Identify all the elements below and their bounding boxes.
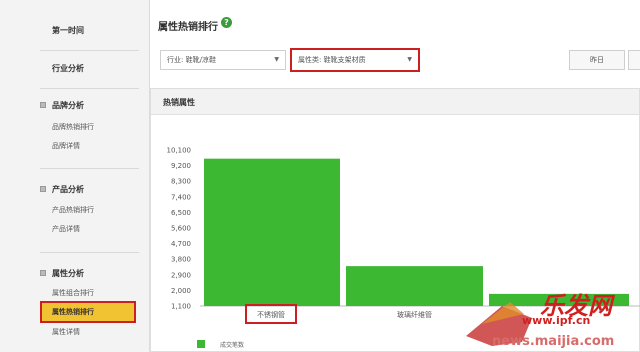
panel-header: 热销属性 [151,89,639,115]
sidebar-divider [40,50,139,51]
sidebar-item-attribute-detail[interactable]: 属性详情 [52,327,80,337]
sidebar: 第一时间 行业分析 品牌分析 品牌热销排行 品牌详情 产品分析 产品热销排行 产… [0,0,150,352]
industry-select[interactable]: 行业: 鞋靴/凉鞋 ▼ [160,50,286,70]
date-range-button[interactable] [628,50,640,70]
square-icon [40,186,46,192]
watermark-domain: www.ipf.cn [522,314,591,327]
sidebar-divider [40,168,139,169]
sidebar-item-industry-analysis[interactable]: 行业分析 [0,52,150,86]
sidebar-item-attribute-hot-ranking[interactable]: 属性热销排行 [52,307,94,317]
sidebar-item-attribute-combo-ranking[interactable]: 属性组合排行 [52,288,94,298]
square-icon [40,102,46,108]
sidebar-item-product-detail[interactable]: 产品详情 [52,224,80,234]
attribute-select[interactable]: 属性类: 鞋靴支架材质 ▼ [290,48,420,72]
sidebar-section-attribute[interactable]: 属性分析 [40,268,84,279]
sidebar-section-label: 产品分析 [52,185,84,194]
sidebar-divider [40,252,139,253]
sidebar-section-brand[interactable]: 品牌分析 [40,100,84,111]
category-highlight-box [245,304,297,324]
attribute-select-value: 属性类: 鞋靴支架材质 [298,56,366,64]
sidebar-item-product-ranking[interactable]: 产品热销排行 [52,205,94,215]
industry-select-value: 行业: 鞋靴/凉鞋 [167,56,216,64]
sidebar-section-label: 属性分析 [52,269,84,278]
sidebar-section-label: 品牌分析 [52,101,84,110]
legend-label: 成交笔数 [220,342,245,349]
sidebar-item-brand-ranking[interactable]: 品牌热销排行 [52,122,94,132]
square-icon [40,270,46,276]
legend-swatch[interactable] [197,340,205,348]
sidebar-section-product[interactable]: 产品分析 [40,184,84,195]
chevron-down-icon: ▼ [274,56,279,63]
page-title: 属性热销排行 [158,22,218,33]
date-button[interactable]: 昨日 [569,50,625,70]
sidebar-divider [40,88,139,89]
sidebar-item-first-time[interactable]: 第一时间 [0,14,150,48]
watermark-news: news.maijia.com [492,334,615,349]
chevron-down-icon: ▼ [407,56,412,63]
panel-title: 热销属性 [163,98,195,107]
question-icon[interactable]: ? [221,17,232,28]
sidebar-item-brand-detail[interactable]: 品牌详情 [52,141,80,151]
